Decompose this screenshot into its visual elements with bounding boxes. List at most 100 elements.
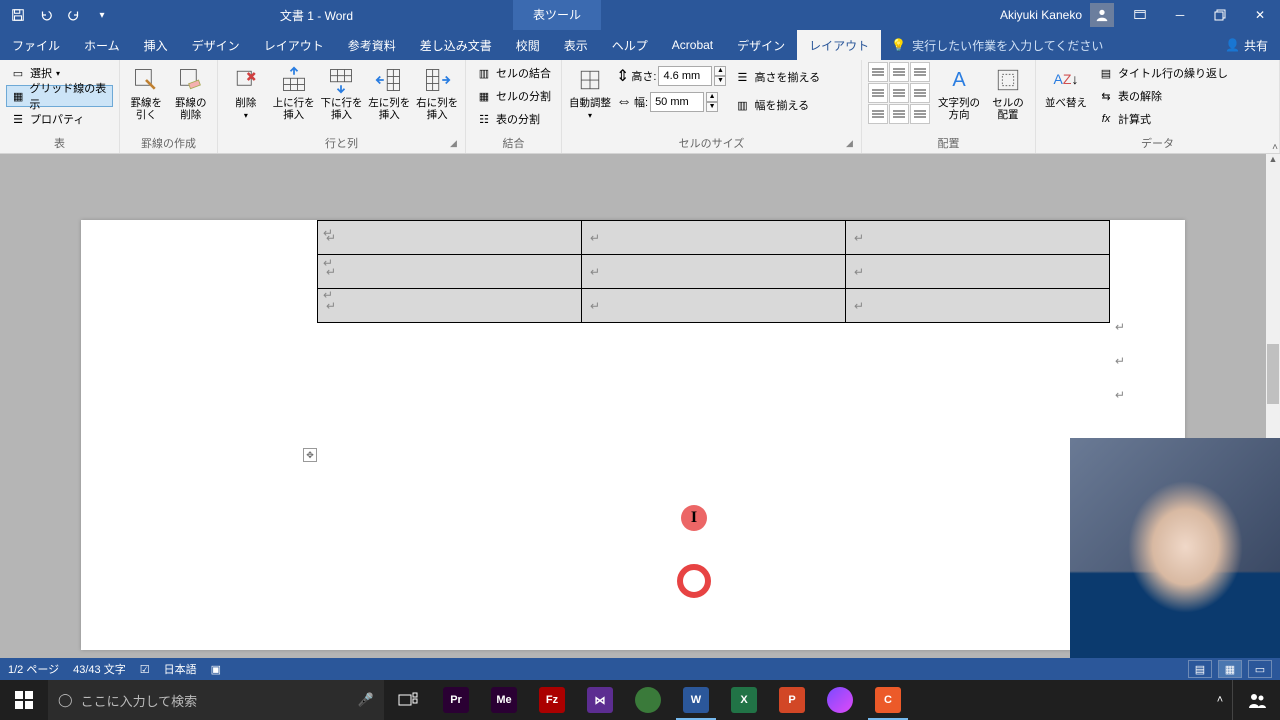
tab-home[interactable]: ホーム bbox=[72, 30, 132, 60]
text-direction-button[interactable]: A 文字列の 方向 bbox=[934, 62, 984, 121]
taskbar-excel[interactable]: X bbox=[720, 680, 768, 720]
height-step-up[interactable]: ▲ bbox=[714, 66, 726, 76]
delete-button[interactable]: 削除▾ bbox=[224, 62, 268, 120]
task-view-button[interactable] bbox=[384, 680, 432, 720]
table-cell[interactable]: ↵ bbox=[846, 289, 1110, 323]
table-move-handle[interactable]: ✥ bbox=[303, 448, 317, 462]
user-avatar-icon[interactable] bbox=[1090, 3, 1114, 27]
web-layout-button[interactable]: ▭ bbox=[1248, 660, 1272, 678]
taskbar-premiere[interactable]: Pr bbox=[432, 680, 480, 720]
split-table-button[interactable]: ☷表の分割 bbox=[472, 108, 555, 130]
align-bottom-center[interactable] bbox=[889, 104, 909, 124]
autofit-button[interactable]: 自動調整▾ bbox=[568, 62, 612, 120]
width-step-up[interactable]: ▲ bbox=[706, 92, 718, 102]
taskbar-app-green[interactable] bbox=[624, 680, 672, 720]
table-cell[interactable]: ↵ bbox=[846, 221, 1110, 255]
width-step-down[interactable]: ▼ bbox=[706, 102, 718, 112]
tab-acrobat[interactable]: Acrobat bbox=[660, 30, 725, 60]
close-button[interactable]: ✕ bbox=[1240, 0, 1280, 30]
table-cell[interactable]: ↵ bbox=[318, 221, 582, 255]
macro-recording-icon[interactable]: ▣ bbox=[211, 663, 221, 676]
insert-left-button[interactable]: 左に列を 挿入 bbox=[367, 62, 411, 121]
maximize-button[interactable] bbox=[1200, 0, 1240, 30]
tab-table-design[interactable]: デザイン bbox=[725, 30, 797, 60]
taskbar-search[interactable]: ◯ ここに入力して検索 🎤 bbox=[48, 680, 384, 720]
minimize-button[interactable]: ─ bbox=[1160, 0, 1200, 30]
redo-button[interactable] bbox=[62, 3, 86, 27]
tab-help[interactable]: ヘルプ bbox=[600, 30, 660, 60]
tab-file[interactable]: ファイル bbox=[0, 30, 72, 60]
tab-layout[interactable]: レイアウト bbox=[252, 30, 336, 60]
ribbon-display-options-button[interactable] bbox=[1120, 0, 1160, 30]
convert-to-text-button[interactable]: ⇆表の解除 bbox=[1094, 85, 1232, 107]
document-table[interactable]: ↵↵↵ ↵↵↵ ↵↵↵ bbox=[317, 220, 1110, 323]
taskbar-app-purple[interactable] bbox=[816, 680, 864, 720]
merge-cells-button[interactable]: ▥セルの結合 bbox=[472, 62, 555, 84]
insert-below-button[interactable]: 下に行を 挿入 bbox=[320, 62, 364, 121]
language-indicator[interactable]: 日本語 bbox=[164, 661, 197, 677]
save-button[interactable] bbox=[6, 3, 30, 27]
taskbar-filezilla[interactable]: Fz bbox=[528, 680, 576, 720]
taskbar-camtasia[interactable]: C bbox=[864, 680, 912, 720]
spellcheck-icon[interactable]: ☑ bbox=[140, 663, 150, 676]
tab-review[interactable]: 校閲 bbox=[504, 30, 552, 60]
view-gridlines-button[interactable]: ▦グリッド線の表示 bbox=[6, 85, 113, 107]
tab-references[interactable]: 参考資料 bbox=[336, 30, 408, 60]
cell-margins-button[interactable]: セルの 配置 bbox=[988, 62, 1028, 121]
formula-button[interactable]: fx計算式 bbox=[1094, 108, 1232, 130]
eraser-button[interactable]: 罫線の 削除 bbox=[171, 62, 212, 121]
read-mode-button[interactable]: ▤ bbox=[1188, 660, 1212, 678]
align-middle-right[interactable] bbox=[910, 83, 930, 103]
collapse-ribbon-button[interactable]: ˄ bbox=[1272, 142, 1278, 153]
tab-design[interactable]: デザイン bbox=[180, 30, 252, 60]
align-top-right[interactable] bbox=[910, 62, 930, 82]
table-cell[interactable]: ↵ bbox=[582, 255, 846, 289]
insert-above-button[interactable]: 上に行を 挿入 bbox=[272, 62, 316, 121]
undo-button[interactable] bbox=[34, 3, 58, 27]
row-height-input[interactable] bbox=[658, 66, 712, 86]
sort-button[interactable]: AZ↓ 並べ替え bbox=[1042, 62, 1090, 110]
height-step-down[interactable]: ▼ bbox=[714, 76, 726, 86]
col-width-input[interactable] bbox=[650, 92, 704, 112]
draw-table-button[interactable]: 罫線を 引く bbox=[126, 62, 167, 121]
tray-overflow-button[interactable]: ˄ bbox=[1208, 694, 1232, 706]
tab-mailings[interactable]: 差し込み文書 bbox=[408, 30, 504, 60]
share-button[interactable]: 👤 共有 bbox=[1213, 30, 1280, 60]
qat-customize-icon[interactable]: ▾ bbox=[90, 3, 114, 27]
taskbar-visual-studio[interactable]: ⋈ bbox=[576, 680, 624, 720]
table-cell[interactable]: ↵ bbox=[318, 289, 582, 323]
insert-right-button[interactable]: 右に列を 挿入 bbox=[415, 62, 459, 121]
table-cell[interactable]: ↵ bbox=[318, 255, 582, 289]
start-button[interactable] bbox=[0, 680, 48, 720]
taskbar-word[interactable]: W bbox=[672, 680, 720, 720]
align-top-center[interactable] bbox=[889, 62, 909, 82]
word-count[interactable]: 43/43 文字 bbox=[73, 661, 126, 677]
distribute-cols-button[interactable]: ▥幅を揃える bbox=[730, 94, 824, 116]
people-button[interactable] bbox=[1232, 680, 1280, 720]
align-top-left[interactable] bbox=[868, 62, 888, 82]
distribute-rows-button[interactable]: ☰高さを揃える bbox=[730, 66, 824, 88]
repeat-header-button[interactable]: ▤タイトル行の繰り返し bbox=[1094, 62, 1232, 84]
taskbar-media-encoder[interactable]: Me bbox=[480, 680, 528, 720]
align-middle-center[interactable] bbox=[889, 83, 909, 103]
tab-table-layout[interactable]: レイアウト bbox=[797, 30, 881, 60]
tab-insert[interactable]: 挿入 bbox=[132, 30, 180, 60]
properties-button[interactable]: ☰プロパティ bbox=[6, 108, 113, 130]
table-cell[interactable]: ↵ bbox=[846, 255, 1110, 289]
taskbar-powerpoint[interactable]: P bbox=[768, 680, 816, 720]
align-middle-left[interactable] bbox=[868, 83, 888, 103]
tab-view[interactable]: 表示 bbox=[552, 30, 600, 60]
page-indicator[interactable]: 1/2 ページ bbox=[8, 661, 59, 677]
row-end-mark: ↵ bbox=[1115, 388, 1125, 402]
print-layout-button[interactable]: ▦ bbox=[1218, 660, 1242, 678]
tell-me-search[interactable]: 💡 実行したい作業を入力してください bbox=[881, 30, 1213, 60]
align-bottom-right[interactable] bbox=[910, 104, 930, 124]
table-cell[interactable]: ↵ bbox=[582, 289, 846, 323]
scroll-up-button[interactable]: ▲ bbox=[1266, 154, 1280, 168]
align-bottom-left[interactable] bbox=[868, 104, 888, 124]
mic-icon[interactable]: 🎤 bbox=[358, 692, 384, 708]
page-1[interactable]: ↵ ↵ ↵ ✥ ↵↵↵ ↵↵↵ ↵↵↵ ↵ ↵ ↵ bbox=[81, 220, 1185, 650]
split-cells-button[interactable]: ▦セルの分割 bbox=[472, 85, 555, 107]
table-cell[interactable]: ↵ bbox=[582, 221, 846, 255]
scroll-thumb[interactable] bbox=[1267, 344, 1279, 404]
